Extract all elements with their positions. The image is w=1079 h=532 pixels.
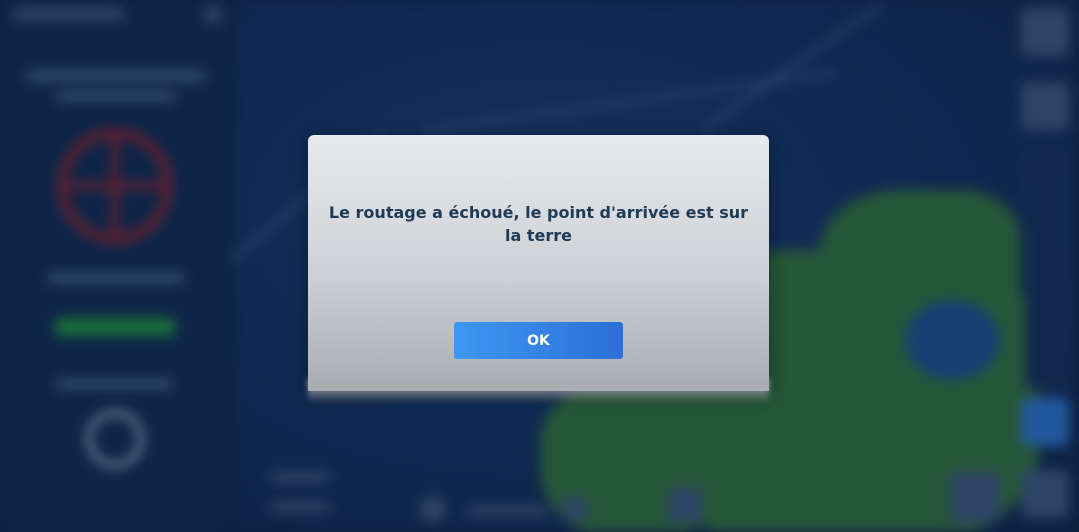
ok-button[interactable]: OK: [454, 322, 623, 359]
dialog-message: Le routage a échoué, le point d'arrivée …: [328, 203, 749, 245]
routing-error-dialog: Le routage a échoué, le point d'arrivée …: [308, 135, 769, 391]
